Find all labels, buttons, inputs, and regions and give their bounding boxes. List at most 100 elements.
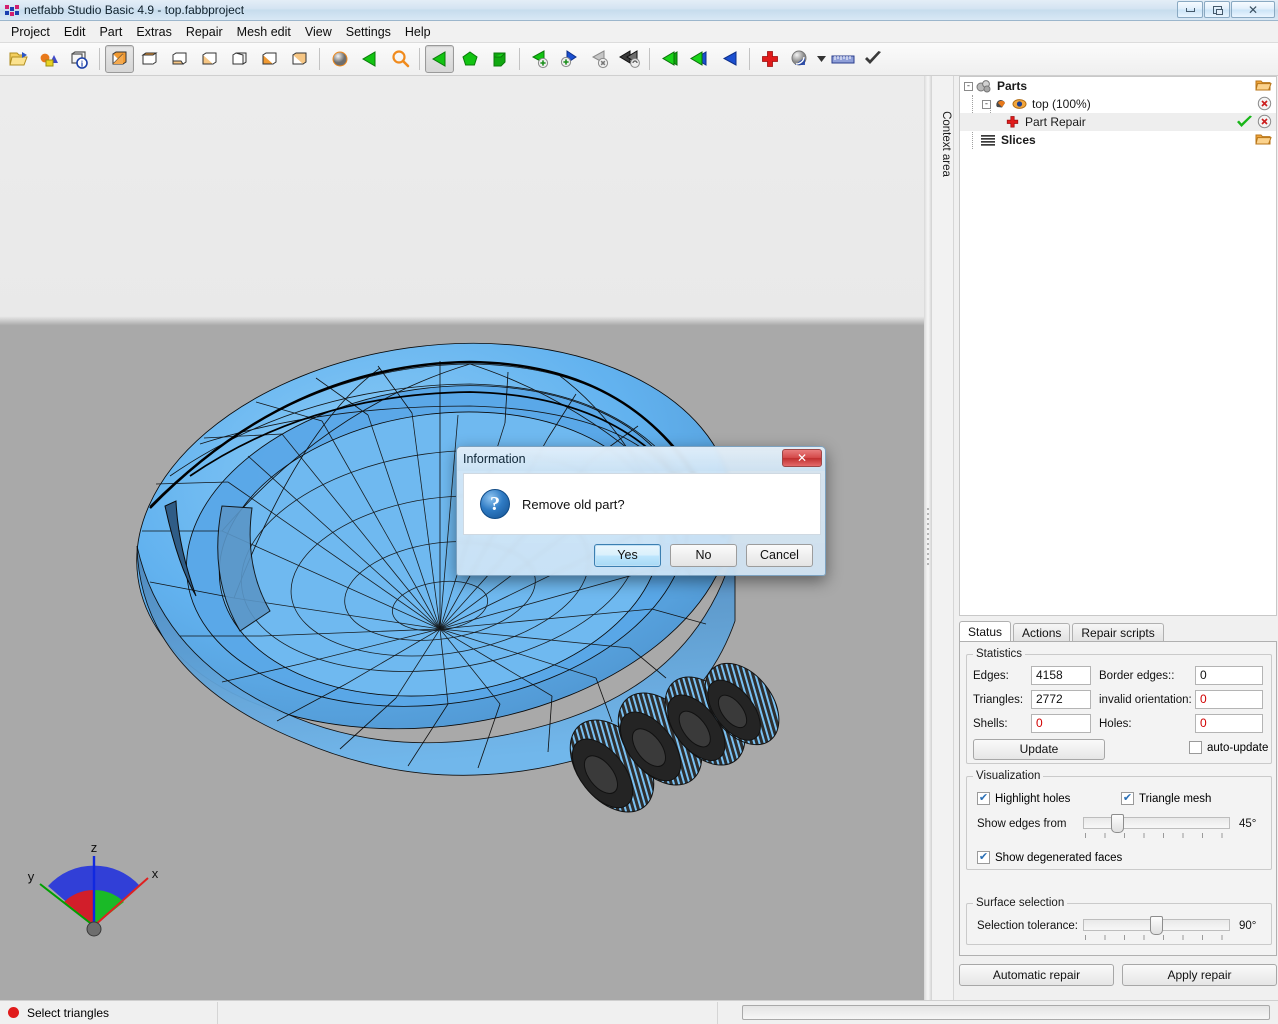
dialog-yes-button[interactable]: Yes [594, 543, 661, 567]
add-selection-icon[interactable] [525, 45, 554, 73]
selection-tolerance-label: Selection tolerance: [977, 920, 1079, 932]
show-degenerated-faces-checkbox[interactable]: Show degenerated faces [977, 851, 1122, 864]
selection-tolerance-slider-ticks [1085, 935, 1228, 940]
view-back-icon[interactable] [225, 45, 254, 73]
show-edges-slider-thumb[interactable] [1111, 814, 1124, 833]
tree-node-parts[interactable]: - Parts [960, 77, 1276, 95]
vertical-splitter[interactable] [924, 76, 932, 1000]
eye-visible-icon[interactable] [1012, 98, 1027, 110]
highlight-holes-label: Highlight holes [995, 792, 1071, 805]
status-bar: Select triangles [0, 1000, 1278, 1024]
auto-update-checkbox[interactable]: auto-update [1189, 741, 1268, 754]
tree-actions-parts [1255, 78, 1272, 92]
select-shell-icon[interactable] [485, 45, 514, 73]
menu-repair[interactable]: Repair [179, 22, 230, 42]
open-folder-icon[interactable] [1255, 132, 1272, 146]
value-border-edges[interactable]: 0 [1195, 666, 1263, 685]
select-green-triangle-icon[interactable] [355, 45, 384, 73]
show-edges-slider[interactable] [1083, 813, 1230, 838]
selection-tolerance-slider[interactable] [1083, 915, 1230, 940]
invert-selection-icon[interactable] [615, 45, 644, 73]
automatic-repair-button[interactable]: Automatic repair [959, 964, 1114, 986]
tree-label-top: top (100%) [1032, 97, 1091, 111]
highlight-holes-checkbox[interactable]: Highlight holes [977, 792, 1070, 805]
menu-settings[interactable]: Settings [339, 22, 398, 42]
dialog-no-button[interactable]: No [670, 543, 737, 567]
triangle-mesh-checkbox[interactable]: Triangle mesh [1121, 792, 1211, 805]
selection-tolerance-slider-thumb[interactable] [1150, 916, 1163, 935]
apply-checkmark-icon[interactable] [1236, 115, 1253, 129]
tree-label-slices: Slices [1001, 133, 1036, 147]
select-surface-icon[interactable] [455, 45, 484, 73]
fill-triangles-icon[interactable] [715, 45, 744, 73]
tree-node-top[interactable]: - top (100%) [960, 95, 1276, 113]
menu-view[interactable]: View [298, 22, 339, 42]
expander-parts[interactable]: - [964, 81, 973, 91]
duplicate-triangles-icon[interactable] [655, 45, 684, 73]
menu-part[interactable]: Part [92, 22, 129, 42]
shells-sphere-icon[interactable] [785, 45, 814, 73]
value-holes[interactable]: 0 [1195, 714, 1263, 733]
restore-button[interactable] [1204, 1, 1230, 18]
zoom-magnifier-icon[interactable] [385, 45, 414, 73]
view-bottom-icon[interactable] [165, 45, 194, 73]
shells-dropdown-arrow-icon[interactable] [815, 45, 827, 73]
open-project-icon[interactable] [5, 45, 34, 73]
tab-actions[interactable]: Actions [1013, 623, 1071, 641]
update-button[interactable]: Update [973, 739, 1105, 760]
part-mesh-icon [994, 98, 1008, 111]
measure-ruler-icon[interactable] [828, 45, 857, 73]
show-degenerated-faces-checkbox-box[interactable] [977, 851, 990, 864]
tab-repair-scripts[interactable]: Repair scripts [1072, 623, 1164, 641]
apply-repair-button[interactable]: Apply repair [1122, 964, 1277, 986]
shading-sphere-icon[interactable] [325, 45, 354, 73]
menu-edit[interactable]: Edit [57, 22, 93, 42]
menu-help[interactable]: Help [398, 22, 438, 42]
add-part-icon[interactable] [35, 45, 64, 73]
expander-top[interactable]: - [982, 99, 991, 109]
menu-mesh-edit[interactable]: Mesh edit [230, 22, 298, 42]
value-triangles[interactable]: 2772 [1031, 690, 1091, 709]
apply-checkmark-icon[interactable] [858, 45, 887, 73]
view-right-icon[interactable] [285, 45, 314, 73]
auto-update-checkbox-box[interactable] [1189, 741, 1202, 754]
highlight-holes-checkbox-box[interactable] [977, 792, 990, 805]
context-area-tab[interactable]: Context area [932, 76, 954, 1000]
tab-status[interactable]: Status [959, 621, 1012, 641]
remove-x-icon[interactable] [1257, 96, 1272, 111]
minimize-button[interactable] [1177, 1, 1203, 18]
value-shells[interactable]: 0 [1031, 714, 1091, 733]
add-surface-selection-icon[interactable] [555, 45, 584, 73]
dialog-close-button[interactable]: ✕ [782, 449, 822, 467]
dialog-cancel-button[interactable]: Cancel [746, 543, 813, 567]
view-front-icon[interactable] [195, 45, 224, 73]
value-edges[interactable]: 4158 [1031, 666, 1091, 685]
view-top-icon[interactable] [135, 45, 164, 73]
flip-triangles-icon[interactable] [685, 45, 714, 73]
view-left-icon[interactable] [255, 45, 284, 73]
repair-cross-icon[interactable] [755, 45, 784, 73]
value-invalid-orientation[interactable]: 0 [1195, 690, 1263, 709]
triangle-mesh-checkbox-box[interactable] [1121, 792, 1134, 805]
remove-selection-icon[interactable] [585, 45, 614, 73]
tree-node-slices[interactable]: Slices [960, 131, 1276, 149]
window-title: netfabb Studio Basic 4.9 - top.fabbproje… [24, 3, 245, 17]
restore-icon [1212, 5, 1223, 15]
view-standard-icon[interactable] [105, 45, 134, 73]
menu-project[interactable]: Project [4, 22, 57, 42]
surface-selection-group: Surface selection Selection tolerance: 9… [966, 897, 1272, 945]
part-info-icon[interactable]: i [65, 45, 94, 73]
tree-node-part-repair[interactable]: Part Repair [960, 113, 1276, 131]
open-folder-icon[interactable] [1255, 78, 1272, 92]
menu-extras[interactable]: Extras [129, 22, 178, 42]
status-message-cell [218, 1001, 718, 1024]
toolbar-separator [419, 48, 420, 70]
right-panel: - Parts - top (100%) Part Repair Slices … [955, 76, 1278, 1000]
select-triangles-icon[interactable] [425, 45, 454, 73]
remove-x-icon[interactable] [1257, 114, 1272, 129]
project-tree[interactable]: - Parts - top (100%) Part Repair Slices [959, 76, 1277, 616]
close-button[interactable]: ✕ [1231, 1, 1275, 18]
slices-stack-icon [980, 134, 996, 147]
label-border-edges: Border edges:: [1099, 670, 1175, 682]
axis-gizmo: z x y [28, 840, 159, 937]
